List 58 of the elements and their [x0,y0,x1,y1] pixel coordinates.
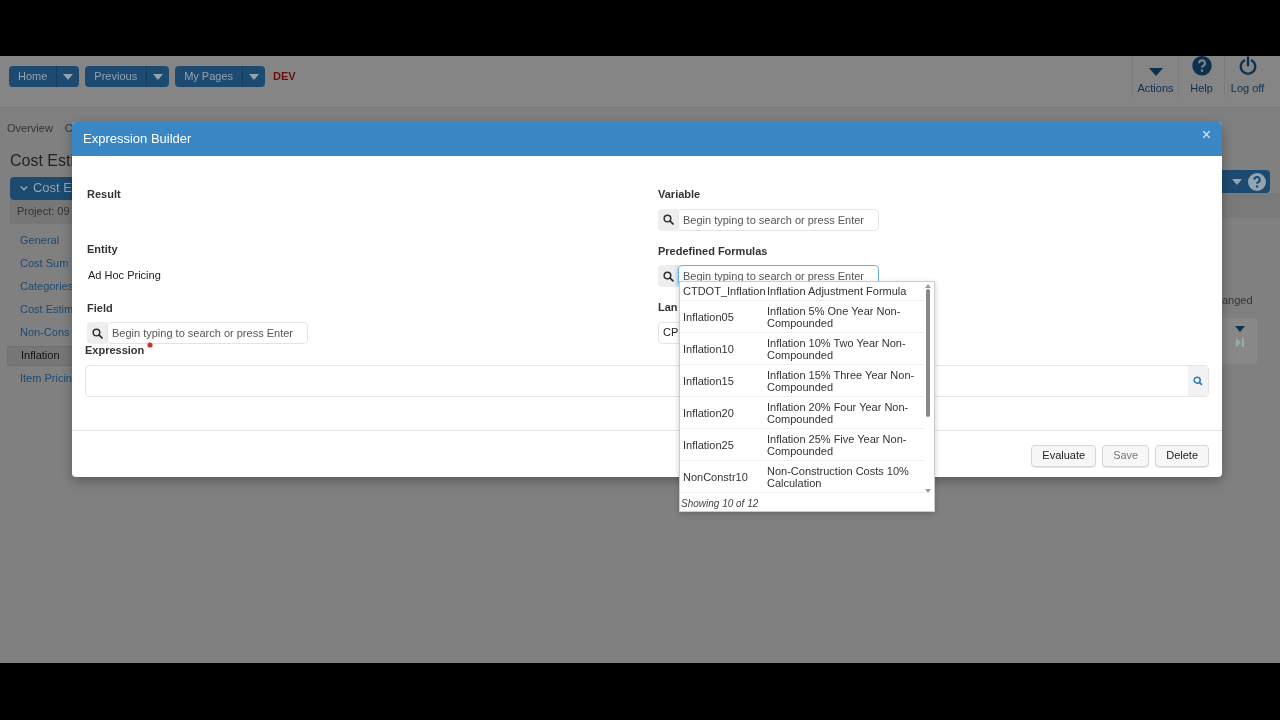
formula-option[interactable]: CTDOT_Inflation Inflation Adjustment Formula [680,282,924,301]
caret-icon [153,73,164,80]
status-text: anged [1222,293,1254,308]
caret-icon [1232,178,1242,185]
search-icon [91,327,103,339]
sidebar-item[interactable]: Cost Sum [7,253,72,274]
entity-value: Ad Hoc Pricing [88,268,162,283]
field-label: Field [87,300,114,316]
skip-end-icon [1235,337,1244,347]
panel-header[interactable]: Cost E [10,176,72,200]
row-actions[interactable] [1222,317,1257,364]
field-label: Lan [658,300,678,315]
project-label: Project: 09 [10,199,72,224]
field-label: Entity [87,241,119,257]
header-action[interactable]: Help [1178,56,1224,98]
field-label: Variable [658,187,702,202]
formula-option[interactable]: Inflation10 Inflation 10% Two Year Non-Compounded [680,333,924,365]
panel-header-actions[interactable] [1222,170,1270,193]
page-tab[interactable]: Overview [7,120,53,137]
dialog-title: Expression Builder [83,130,192,149]
dialog-button[interactable]: Delete [1155,444,1209,467]
sidebar-item[interactable]: Categories [7,276,72,297]
help-icon [1248,172,1266,191]
sidebar-item[interactable]: Non-Cons [7,322,72,343]
sidebar-item[interactable]: Inflation [7,345,72,366]
caret-icon [1148,67,1163,76]
sidebar-item[interactable]: Cost Estim [7,299,72,320]
page-tab[interactable]: C [64,120,73,137]
field-label: Expression [85,343,145,358]
caret-icon [1234,325,1245,332]
search-icon [662,214,674,225]
scroll-down-icon[interactable] [925,489,931,493]
zoom-icon [1193,375,1203,386]
formula-option[interactable]: Inflation05 Inflation 5% One Year Non-Compounded [680,301,924,333]
close-button[interactable]: × [1201,127,1211,143]
formula-option[interactable]: NonConstr10 Non-Construction Costs 10% Calculation [680,461,924,493]
scrollbar[interactable] [924,282,932,495]
nav-button[interactable]: Home [9,66,80,87]
results-count: Showing 10 of 12 [680,496,760,511]
caret-icon [249,73,260,80]
caret-icon [63,73,74,80]
nav-button[interactable]: My Pages [175,66,266,87]
dialog-button[interactable]: Evaluate [1031,444,1097,467]
nav-button[interactable]: Previous [85,66,170,87]
field-label: Result [87,187,122,202]
sidebar-item[interactable]: Item Pricin [7,368,72,389]
search-icon [662,270,674,282]
header-action[interactable]: Log off [1224,56,1270,98]
header-action[interactable]: Actions [1132,56,1178,98]
field-label: Predefined Formulas [658,243,768,259]
formula-option[interactable]: Inflation25 Inflation 25% Five Year Non-Compounded [680,429,924,461]
env-label: DEV [273,69,296,85]
power-icon [1237,56,1258,76]
chevron-icon [20,184,28,192]
sidebar-item[interactable]: General [7,230,72,251]
formula-option[interactable]: Inflation15 Inflation 15% Three Year Non-Compounded [680,365,924,397]
scroll-up-icon[interactable] [925,284,931,288]
formula-option[interactable]: Inflation20 Inflation 20% Four Year Non-Compounded [680,397,924,429]
